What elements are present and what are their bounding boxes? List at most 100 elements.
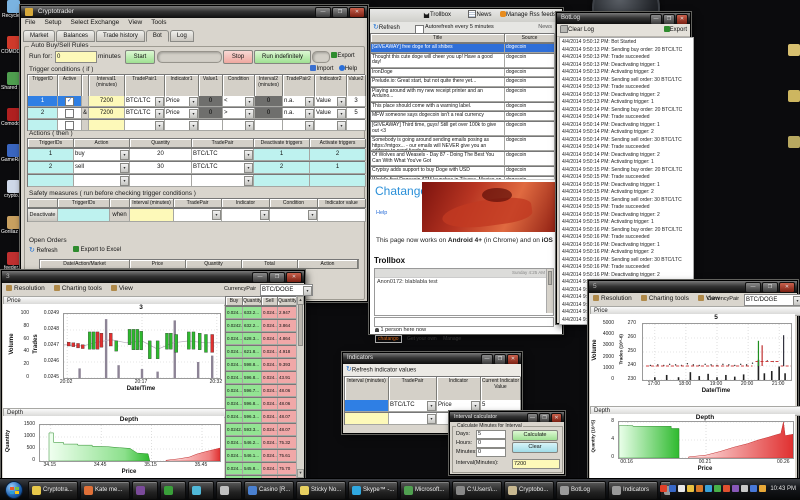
close-icon[interactable]: ✕ (779, 282, 795, 293)
indicator-tradepair-select[interactable] (389, 413, 437, 425)
safety-triggerids-cell[interactable] (58, 209, 110, 222)
news-source-cell[interactable]: dogecoin (505, 167, 554, 176)
chart3-titlebar[interactable]: 3 —❐✕ (2, 271, 304, 283)
minimize-icon[interactable]: — (650, 14, 662, 24)
news-title-cell[interactable]: Prelude.io: Great start, but not quite t… (371, 78, 505, 87)
activate-triggers-cell[interactable] (310, 175, 366, 187)
orderbook-scrollbar[interactable]: ▲ ▼ (296, 296, 304, 478)
import-button[interactable]: Import (309, 64, 335, 74)
scroll-down-icon[interactable]: ▼ (297, 469, 304, 478)
news-source-cell[interactable]: dogecoin (505, 54, 554, 68)
taskbar-item-cryptobo-[interactable]: Cryptobo... (504, 481, 554, 500)
news-refresh-button[interactable]: ↻Refresh (373, 23, 407, 32)
checkbox-icon[interactable] (65, 121, 74, 130)
news-row[interactable]: Thought this cute doge will cheer you up… (370, 53, 554, 68)
news-title-cell[interactable]: Thought this cute doge will cheer you up… (371, 54, 505, 68)
taskbar-item[interactable] (160, 481, 186, 500)
desktop-icon[interactable] (788, 136, 800, 148)
indicator2-select[interactable]: Value (315, 108, 347, 119)
tray-icon[interactable] (687, 485, 694, 492)
action-tradepair-select[interactable] (192, 175, 254, 187)
start-button[interactable]: Start (125, 50, 155, 64)
desktop-icon[interactable] (788, 44, 800, 56)
menu-item-setup[interactable]: Setup (44, 19, 61, 26)
news-source-cell[interactable]: dogecoin (505, 44, 554, 53)
hours-input[interactable]: 0 (476, 439, 506, 448)
clear-button[interactable]: Clear (512, 442, 558, 453)
safety-value-cell[interactable] (318, 209, 366, 222)
activate-triggers-cell[interactable]: 1 (310, 162, 366, 174)
tray-icon[interactable] (732, 485, 739, 492)
deactivate-triggers-cell[interactable] (254, 175, 310, 187)
safety-indicator-select[interactable] (222, 209, 270, 222)
tray-icon[interactable] (696, 485, 703, 492)
interval2-cell[interactable]: 0 (255, 96, 283, 107)
tradepair1-select[interactable]: BTC/LTC (125, 96, 165, 107)
tray-icon[interactable] (660, 485, 667, 492)
taskbar-item[interactable] (216, 481, 242, 500)
manage-link[interactable]: Manage (443, 336, 461, 342)
maximize-icon[interactable]: ❐ (494, 354, 506, 364)
trigger-id-cell[interactable]: 1 (28, 96, 58, 107)
tradepair2-select[interactable]: n.a. (283, 96, 315, 107)
minimize-icon[interactable]: — (745, 282, 761, 293)
tab-bot[interactable]: Bot (146, 30, 169, 42)
checkbox-icon[interactable] (65, 109, 74, 118)
news-row[interactable]: This place should come with a warning la… (370, 102, 554, 112)
menu-item-select-exchange[interactable]: Select Exchange (70, 19, 119, 26)
action-select[interactable] (74, 175, 130, 187)
news-title-cell[interactable]: Of Wolves and Weasels - Day 87 - Doing T… (371, 152, 505, 166)
news-title-cell[interactable]: Somebody is going around sending emails … (371, 137, 505, 151)
trollbox-tab-button[interactable]: Trollbox (418, 10, 456, 20)
menu-item-view[interactable]: View (128, 19, 142, 26)
manage-rss-button[interactable]: Manage Rss feeds (498, 10, 558, 20)
indicator2-select[interactable] (315, 120, 347, 131)
maximize-icon[interactable]: ❐ (762, 282, 778, 293)
value2-cell[interactable]: 3 (347, 96, 366, 107)
taskbar-item-casino-r-[interactable]: Casino [R... (244, 481, 294, 500)
menu-item-charting-tools[interactable]: Charting tools (641, 295, 689, 302)
menu-item-tools[interactable]: Tools (151, 19, 166, 26)
help-link[interactable]: Help (376, 210, 387, 216)
indicator-interval-cell[interactable] (345, 413, 389, 425)
menu-item-view[interactable]: View (111, 285, 133, 292)
taskbar-item-c-users-[interactable]: C:\Users\... (452, 481, 502, 500)
news-title-cell[interactable]: This place should come with a warning la… (371, 103, 505, 112)
close-icon[interactable]: ✕ (349, 7, 365, 18)
interval2-cell[interactable] (255, 120, 283, 131)
taskbar-item-skype-[interactable]: Skype™ -... (348, 481, 398, 500)
condition-select[interactable]: < (223, 96, 255, 107)
tray-icon[interactable] (723, 485, 730, 492)
minimize-icon[interactable]: — (481, 354, 493, 364)
maximize-icon[interactable]: ❐ (269, 272, 285, 283)
news-title-cell[interactable]: MFW someone says dogecoin isn't a real c… (371, 112, 505, 121)
chatango-logo[interactable]: chatango (375, 335, 402, 343)
clock[interactable]: 10:43 PM (770, 486, 796, 492)
activate-triggers-cell[interactable]: 2 (310, 149, 366, 161)
action-triggerids-cell[interactable]: 2 (28, 162, 74, 174)
botlog-titlebar[interactable]: BotLog —❐✕ (557, 13, 690, 24)
menu-item-resolution[interactable]: Resolution (593, 295, 632, 302)
news-source-cell[interactable]: dogecoin (505, 103, 554, 112)
indicator-interval-cell[interactable] (345, 400, 389, 412)
value1-cell[interactable]: 0 (199, 96, 223, 107)
indicator1-select[interactable] (165, 120, 199, 131)
trigger-active-cell[interactable]: ✓ (58, 96, 82, 107)
interval1-cell[interactable] (89, 120, 125, 131)
condition-select[interactable]: > (223, 108, 255, 119)
action-triggerids-cell[interactable]: 1 (28, 149, 74, 161)
minimize-icon[interactable]: — (315, 7, 331, 18)
close-icon[interactable]: ✕ (551, 413, 562, 422)
refresh-indicators-button[interactable]: ↻Refresh indicator values (346, 365, 436, 375)
menu-item-charting-tools[interactable]: Charting tools (54, 285, 102, 292)
action-quantity-cell[interactable]: 30 (130, 162, 192, 174)
tray-icon[interactable] (741, 485, 748, 492)
tradepair2-select[interactable]: n.a. (283, 108, 315, 119)
condition-select[interactable] (223, 120, 255, 131)
taskbar-item-indicators[interactable]: Indicators (608, 481, 658, 500)
news-source-cell[interactable]: dogecoin (505, 112, 554, 121)
news-source-cell[interactable]: dogecoin (505, 122, 554, 136)
news-row[interactable]: [GIVEAWAY] Third time, guys! Still get o… (370, 121, 554, 136)
tray-icon[interactable] (678, 485, 685, 492)
interval2-cell[interactable]: 0 (255, 108, 283, 119)
